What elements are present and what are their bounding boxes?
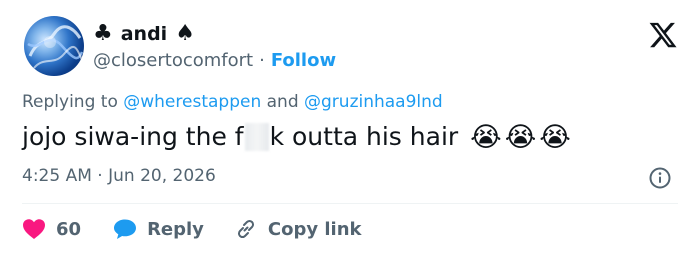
- info-icon[interactable]: [648, 166, 672, 190]
- tweet-text-start: jojo siwa-ing the f: [22, 122, 244, 151]
- censored-blur: [244, 123, 269, 151]
- display-name[interactable]: andi: [121, 23, 167, 45]
- spade-suit-icon: ♠: [175, 21, 195, 46]
- reply-bubble-icon: [114, 219, 137, 239]
- copy-link-button[interactable]: Copy link: [234, 217, 362, 241]
- crying-face-emoji: 😭: [470, 121, 502, 153]
- action-bar: 60 Reply Copy link: [22, 214, 362, 244]
- separator-dot: ·: [259, 49, 265, 71]
- tweet-text-end: k outta his hair: [269, 122, 459, 151]
- mention-link[interactable]: @wherestappen: [123, 92, 261, 112]
- x-logo-icon[interactable]: [648, 20, 678, 50]
- reply-button[interactable]: Reply: [113, 218, 204, 240]
- crying-face-emoji: 😭: [539, 121, 571, 153]
- author-name-row[interactable]: ♣ andi ♠: [93, 20, 195, 48]
- replying-prefix: Replying to: [22, 92, 118, 112]
- replying-conjunction: and: [266, 92, 299, 112]
- tweet-time: 4:25 AM: [22, 166, 92, 186]
- follow-button[interactable]: Follow: [271, 50, 336, 71]
- author-handle-row: @closertocomfort · Follow: [93, 47, 336, 73]
- emoji-group: 😭 😭 😭: [470, 124, 571, 151]
- tweet-embed-card: ♣ andi ♠ @closertocomfort · Follow Reply…: [0, 0, 700, 256]
- mention-link[interactable]: @gruzinhaa9lnd: [304, 92, 443, 112]
- replying-to-line: Replying to @wherestappen and @gruzinhaa…: [22, 92, 443, 112]
- crying-face-emoji: 😭: [504, 121, 537, 153]
- user-handle[interactable]: @closertocomfort: [93, 50, 253, 71]
- reply-label: Reply: [147, 218, 204, 240]
- link-icon: [237, 219, 254, 239]
- tweet-date: Jun 20, 2026: [108, 166, 216, 186]
- divider: [22, 203, 678, 204]
- copy-link-label: Copy link: [267, 218, 362, 240]
- tweet-timestamp[interactable]: 4:25 AM · Jun 20, 2026: [22, 166, 216, 186]
- club-suit-icon: ♣: [93, 21, 113, 46]
- heart-icon: [23, 219, 45, 239]
- like-count: 60: [56, 218, 82, 240]
- like-button[interactable]: 60: [22, 218, 81, 240]
- avatar[interactable]: [24, 16, 84, 76]
- tweet-text: jojo siwa-ing the f k outta his hair 😭 😭…: [22, 120, 571, 154]
- separator-dot: ·: [97, 166, 103, 186]
